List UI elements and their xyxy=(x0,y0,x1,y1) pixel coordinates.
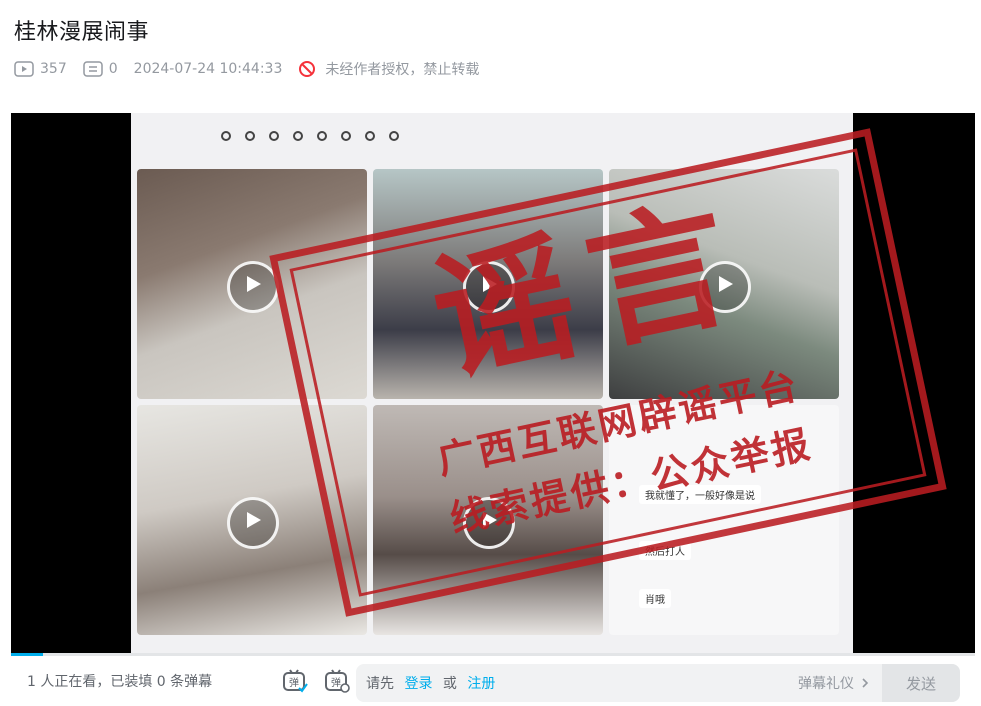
play-icon xyxy=(227,497,279,549)
dot xyxy=(245,131,255,141)
chevron-right-icon xyxy=(862,678,869,688)
view-count: 357 xyxy=(40,61,67,77)
viewer-count-text: 1 人正在看，已装填 0 条弹幕 xyxy=(27,674,213,690)
danmaku-count-icon xyxy=(82,61,103,77)
register-link[interactable]: 注册 xyxy=(467,676,495,692)
login-link[interactable]: 登录 xyxy=(404,676,432,692)
video-title: 桂林漫展闹事 xyxy=(14,20,150,45)
dot xyxy=(293,131,303,141)
login-prompt: 请先 登录 或 注册 xyxy=(366,673,501,693)
play-count: 357 xyxy=(14,61,67,77)
dot xyxy=(317,131,327,141)
danmaku-count: 0 xyxy=(82,61,118,77)
danmaku-count-value: 0 xyxy=(108,61,118,77)
danmaku-bar: 1 人正在看，已装填 0 条弹幕 弹 弹 请先 登录 或 注册 弹幕礼仪 发送 xyxy=(11,656,975,706)
login-prompt-or: 或 xyxy=(442,676,457,692)
chat-line: 肖哦 xyxy=(639,589,671,608)
play-count-icon xyxy=(14,61,34,77)
copyright-notice: 未经作者授权，禁止转载 xyxy=(298,59,479,79)
status-dots xyxy=(221,131,399,141)
dot xyxy=(389,131,399,141)
svg-text:弹: 弹 xyxy=(331,676,341,689)
etiquette-label: 弹幕礼仪 xyxy=(798,676,854,692)
danmaku-input[interactable]: 请先 登录 或 注册 弹幕礼仪 发送 xyxy=(356,664,960,702)
svg-text:弹: 弹 xyxy=(289,676,299,689)
publish-datetime: 2024-07-24 10:44:33 xyxy=(133,61,283,77)
login-prompt-prefix: 请先 xyxy=(366,676,394,692)
dot xyxy=(221,131,231,141)
video-player[interactable]: 我就懂了，一般好像是说 然后打人 肖哦 谣言 广西互联网辟谣平台 线索提供：公众… xyxy=(11,113,975,653)
dot xyxy=(269,131,279,141)
copyright-notice-text: 未经作者授权，禁止转载 xyxy=(325,62,480,78)
no-repost-icon xyxy=(299,61,316,77)
dot xyxy=(341,131,351,141)
video-frame: 我就懂了，一般好像是说 然后打人 肖哦 谣言 广西互联网辟谣平台 线索提供：公众… xyxy=(131,113,947,653)
danmaku-etiquette-link[interactable]: 弹幕礼仪 xyxy=(798,673,872,693)
dot xyxy=(365,131,375,141)
danmaku-toggle-icon[interactable]: 弹 xyxy=(281,667,309,695)
video-meta: 357 0 2024-07-24 10:44:33 未经作者授权，禁止转载 xyxy=(14,58,479,80)
danmaku-settings-icon[interactable]: 弹 xyxy=(323,667,351,695)
send-button[interactable]: 发送 xyxy=(882,664,960,702)
